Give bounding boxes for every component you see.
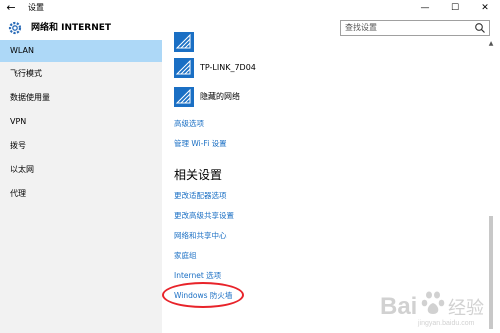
title-bar: ← 设置 — ☐ ✕: [0, 0, 500, 16]
sidebar-item-ethernet[interactable]: 以太网: [0, 159, 162, 181]
network-sharing-center-link[interactable]: 网络和共享中心: [174, 230, 227, 242]
window-title: 设置: [28, 3, 44, 12]
sidebar-item-wlan[interactable]: WLAN: [0, 40, 162, 62]
svg-text:Bai: Bai: [380, 293, 417, 320]
page-header: 网络和 INTERNET: [0, 16, 500, 40]
close-button[interactable]: ✕: [470, 0, 500, 16]
gear-icon-graphic: [8, 21, 22, 35]
sidebar-item-airplane-mode[interactable]: 飞行模式: [0, 63, 162, 85]
page-title: 网络和 INTERNET: [31, 23, 112, 33]
settings-window: ← 设置 — ☐ ✕ 网络和 INTERNET WLAN 飞行模式 数据使用量: [0, 0, 500, 333]
change-adapter-options-link[interactable]: 更改适配器选项: [174, 190, 227, 202]
window-controls: — ☐ ✕: [410, 0, 500, 16]
sidebar: WLAN 飞行模式 数据使用量 VPN 拨号 以太网 代理: [0, 40, 162, 333]
network-name: TP-LINK_7D04: [200, 63, 256, 72]
baidu-watermark-logo: Bai 经验 jingyan.baidu.com: [380, 291, 484, 327]
internet-options-link[interactable]: Internet 选项: [174, 270, 221, 282]
wifi-icon: [174, 87, 194, 107]
search-input[interactable]: [341, 21, 475, 35]
scroll-up-arrow-icon[interactable]: ▲: [487, 40, 495, 48]
svg-text:经验: 经验: [448, 298, 484, 319]
back-button[interactable]: ←: [4, 0, 18, 16]
sidebar-item-proxy[interactable]: 代理: [0, 183, 162, 205]
related-settings-heading: 相关设置: [174, 168, 223, 182]
wifi-icon: [174, 32, 194, 52]
minimize-button[interactable]: —: [410, 0, 440, 16]
network-name: 隐藏的网络: [200, 92, 240, 101]
wifi-icon: [174, 58, 194, 78]
highlight-annotation: [162, 282, 244, 308]
sidebar-item-vpn[interactable]: VPN: [0, 111, 162, 133]
gear-icon: [7, 20, 23, 36]
manage-wifi-link[interactable]: 管理 Wi-Fi 设置: [174, 138, 227, 150]
svg-text:jingyan.baidu.com: jingyan.baidu.com: [417, 320, 475, 327]
sidebar-item-data-usage[interactable]: 数据使用量: [0, 87, 162, 109]
homegroup-link[interactable]: 家庭组: [174, 250, 197, 262]
advanced-sharing-settings-link[interactable]: 更改高级共享设置: [174, 210, 234, 222]
maximize-button[interactable]: ☐: [440, 0, 470, 16]
search-icon[interactable]: [474, 22, 486, 34]
sidebar-item-dialup[interactable]: 拨号: [0, 135, 162, 157]
advanced-options-link[interactable]: 高级选项: [174, 118, 204, 130]
search-box[interactable]: [340, 20, 490, 36]
